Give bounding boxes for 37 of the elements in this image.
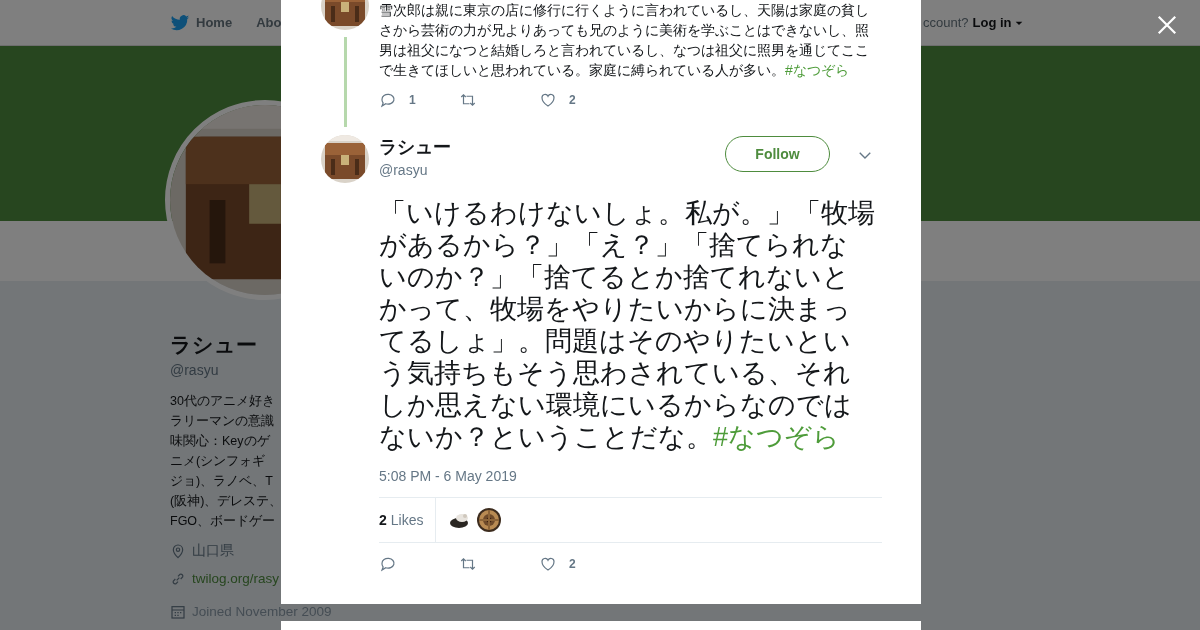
- profile-handle: @rasyu: [170, 361, 219, 379]
- heart-icon[interactable]: [539, 555, 557, 573]
- profile-name: ラシュー: [170, 332, 257, 358]
- heart-icon[interactable]: [539, 91, 557, 109]
- account-prompt: ccount?: [923, 15, 969, 30]
- bio-text: ニメ(シンフォギ: [170, 453, 266, 470]
- hashtag-link[interactable]: #なつぞら: [713, 422, 841, 452]
- close-icon[interactable]: [1156, 14, 1178, 36]
- hashtag-link[interactable]: #なつぞら: [785, 62, 849, 78]
- calendar-icon: [170, 604, 186, 620]
- likes-label[interactable]: Likes: [390, 497, 424, 543]
- bio-text: 味関心：Keyのゲ: [170, 433, 270, 450]
- nav-link[interactable]: Abo: [256, 15, 282, 30]
- bio-text: 30代のアニメ好き: [170, 393, 275, 410]
- retweet-icon[interactable]: [459, 555, 477, 573]
- login-link[interactable]: Log in: [972, 15, 1023, 30]
- reply-icon[interactable]: [379, 555, 397, 573]
- bio-text: (阪神)、デレステ、: [170, 493, 283, 510]
- retweet-icon[interactable]: [459, 91, 477, 109]
- nav-link[interactable]: Home: [170, 12, 233, 33]
- bird-icon: [170, 12, 190, 33]
- bio-text: ジョ)、ラノベ、T: [170, 473, 273, 490]
- bio-text: FGO、ボードゲー: [170, 513, 276, 530]
- user-name[interactable]: ラシュー: [379, 135, 715, 159]
- like-count: 2: [569, 557, 576, 571]
- like-count: 2: [569, 93, 576, 107]
- link-icon: [170, 571, 186, 587]
- tweet-text: 雪次郎は親に東京の店に修行に行くように言われているし、天陽は家庭の貧しさから芸術の力が兄よりあっても兄のように美術を学ぶことはできないし、照男は祖父になつと結婚しろと言われているし、なつは祖父に照男を通じてここで生きてほしいと思われている。家庭に縛られている人が多い。#なつぞら: [379, 1, 870, 80]
- user-handle[interactable]: @rasyu: [379, 162, 715, 178]
- bio-text: ラリーマンの意識: [170, 413, 274, 430]
- tweet-text: 「いけるわけないしょ。私が。」「牧場があるから？」「え？」「捨てられないのか？」「捨てるとか捨てれないとかって、牧場をやりたいからに決まってるしょ」。問題はそのやりたいという気持ちもそう思わされている、それしか思えない環境にいるからなのではないか？ということだな。#なつぞら: [379, 197, 875, 453]
- reply-icon[interactable]: [379, 91, 397, 109]
- follow-button[interactable]: Follow: [725, 136, 830, 172]
- timestamp[interactable]: 5:08 PM - 6 May 2019: [379, 468, 881, 484]
- likes-count[interactable]: 2: [379, 497, 387, 543]
- location-icon: [170, 543, 186, 559]
- reply-count: 1: [409, 93, 416, 107]
